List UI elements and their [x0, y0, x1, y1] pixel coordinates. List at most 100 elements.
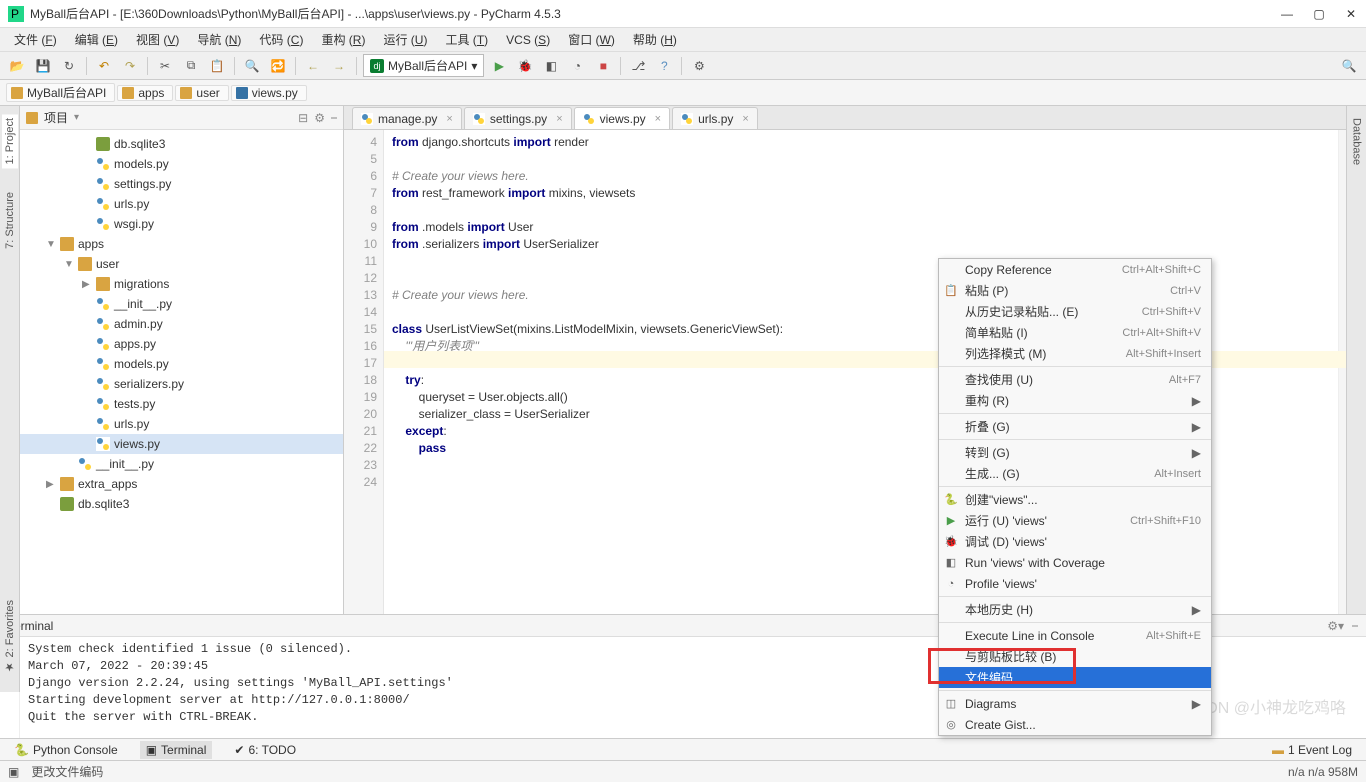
tool-tab[interactable]: 7: Structure: [2, 188, 18, 253]
context-menu-item[interactable]: 📋粘贴 (P)Ctrl+V: [939, 280, 1211, 301]
editor-tab[interactable]: manage.py×: [352, 107, 462, 129]
back-icon[interactable]: ←: [302, 55, 324, 77]
project-tree[interactable]: db.sqlite3models.pysettings.pyurls.pywsg…: [20, 130, 343, 614]
search-everywhere-icon[interactable]: 🔍: [1338, 55, 1360, 77]
tree-node[interactable]: ▼user: [20, 254, 343, 274]
run-icon[interactable]: ▶: [488, 55, 510, 77]
tree-node[interactable]: wsgi.py: [20, 214, 343, 234]
copy-icon[interactable]: ⧉: [180, 55, 202, 77]
vcs-icon[interactable]: ⎇: [627, 55, 649, 77]
context-menu-item[interactable]: ◫Diagrams▶: [939, 693, 1211, 714]
settings-icon[interactable]: ⚙: [688, 55, 710, 77]
maximize-button[interactable]: ▢: [1312, 7, 1326, 21]
tool-tab[interactable]: Database: [1349, 114, 1365, 169]
close-button[interactable]: ✕: [1344, 7, 1358, 21]
tool-tab[interactable]: 1: Project: [2, 114, 18, 168]
context-menu[interactable]: Copy ReferenceCtrl+Alt+Shift+C📋粘贴 (P)Ctr…: [938, 258, 1212, 736]
editor-tab[interactable]: settings.py×: [464, 107, 572, 129]
tree-node[interactable]: ▶extra_apps: [20, 474, 343, 494]
save-icon[interactable]: 💾: [32, 55, 54, 77]
profile-icon[interactable]: ◔: [566, 55, 588, 77]
context-menu-item[interactable]: ◔Profile 'views': [939, 573, 1211, 594]
tree-node[interactable]: __init__.py: [20, 294, 343, 314]
bottom-tab[interactable]: ▣Terminal: [140, 741, 213, 759]
debug-icon[interactable]: 🐞: [514, 55, 536, 77]
context-menu-item[interactable]: Execute Line in ConsoleAlt+Shift+E: [939, 625, 1211, 646]
tree-node[interactable]: __init__.py: [20, 454, 343, 474]
gear-icon[interactable]: ⚙: [314, 111, 325, 125]
context-menu-item[interactable]: 查找使用 (U)Alt+F7: [939, 369, 1211, 390]
tree-node[interactable]: apps.py: [20, 334, 343, 354]
breadcrumb-item[interactable]: MyBall后台API: [6, 83, 115, 102]
context-menu-item[interactable]: 本地历史 (H)▶: [939, 599, 1211, 620]
context-menu-item[interactable]: ▶运行 (U) 'views'Ctrl+Shift+F10: [939, 510, 1211, 531]
context-menu-item[interactable]: 重构 (R)▶: [939, 390, 1211, 411]
hide-icon[interactable]: ⎯: [1352, 618, 1358, 633]
context-menu-item[interactable]: Copy ReferenceCtrl+Alt+Shift+C: [939, 259, 1211, 280]
bottom-tab[interactable]: ✔6: TODO: [228, 741, 302, 759]
menu-item[interactable]: 编辑 (E): [67, 29, 126, 50]
close-icon[interactable]: ×: [742, 113, 748, 125]
context-menu-item[interactable]: 生成... (G)Alt+Insert: [939, 463, 1211, 484]
menu-item[interactable]: 运行 (U): [375, 29, 435, 50]
tree-node[interactable]: serializers.py: [20, 374, 343, 394]
close-icon[interactable]: ×: [655, 113, 661, 125]
redo-icon[interactable]: ↷: [119, 55, 141, 77]
menu-item[interactable]: 窗口 (W): [560, 29, 623, 50]
cut-icon[interactable]: ✂: [154, 55, 176, 77]
context-menu-item[interactable]: 简单粘贴 (I)Ctrl+Alt+Shift+V: [939, 322, 1211, 343]
context-menu-item[interactable]: 转到 (G)▶: [939, 442, 1211, 463]
undo-icon[interactable]: ↶: [93, 55, 115, 77]
tree-node[interactable]: models.py: [20, 154, 343, 174]
menu-item[interactable]: 重构 (R): [313, 29, 373, 50]
breadcrumb-item[interactable]: user: [175, 85, 228, 101]
favorites-tab[interactable]: ★ 2: Favorites: [3, 600, 16, 674]
menu-item[interactable]: 视图 (V): [128, 29, 187, 50]
context-menu-item[interactable]: 从历史记录粘贴... (E)Ctrl+Shift+V: [939, 301, 1211, 322]
context-menu-item[interactable]: ◎Create Gist...: [939, 714, 1211, 735]
breadcrumb-item[interactable]: views.py: [231, 85, 307, 101]
menu-item[interactable]: 文件 (F): [6, 29, 65, 50]
minimize-button[interactable]: —: [1280, 7, 1294, 21]
tree-node[interactable]: db.sqlite3: [20, 134, 343, 154]
editor-tab[interactable]: views.py×: [574, 107, 670, 129]
gear-icon[interactable]: ⚙▾: [1327, 619, 1344, 633]
tree-node[interactable]: ▶migrations: [20, 274, 343, 294]
context-menu-item[interactable]: 🐍创建"views"...: [939, 489, 1211, 510]
close-icon[interactable]: ×: [556, 113, 562, 125]
tree-node[interactable]: models.py: [20, 354, 343, 374]
open-icon[interactable]: 📂: [6, 55, 28, 77]
find-icon[interactable]: 🔍: [241, 55, 263, 77]
context-menu-item[interactable]: 文件编码: [939, 667, 1211, 688]
context-menu-item[interactable]: 列选择模式 (M)Alt+Shift+Insert: [939, 343, 1211, 364]
tree-node[interactable]: urls.py: [20, 414, 343, 434]
coverage-icon[interactable]: ◧: [540, 55, 562, 77]
hide-icon[interactable]: ⎯: [331, 110, 337, 125]
menu-item[interactable]: 代码 (C): [251, 29, 311, 50]
paste-icon[interactable]: 📋: [206, 55, 228, 77]
tree-node[interactable]: db.sqlite3: [20, 494, 343, 514]
context-menu-item[interactable]: 与剪贴板比较 (B): [939, 646, 1211, 667]
menu-item[interactable]: VCS (S): [498, 31, 558, 49]
context-menu-item[interactable]: 折叠 (G)▶: [939, 416, 1211, 437]
breadcrumb-item[interactable]: apps: [117, 85, 173, 101]
replace-icon[interactable]: 🔁: [267, 55, 289, 77]
stop-icon[interactable]: ■: [592, 55, 614, 77]
bottom-tab[interactable]: 🐍Python Console: [8, 741, 124, 759]
forward-icon[interactable]: →: [328, 55, 350, 77]
context-menu-item[interactable]: ◧Run 'views' with Coverage: [939, 552, 1211, 573]
minimap[interactable]: [1338, 130, 1346, 614]
collapse-icon[interactable]: ⊟: [298, 111, 308, 125]
tree-node[interactable]: urls.py: [20, 194, 343, 214]
tree-node[interactable]: settings.py: [20, 174, 343, 194]
tree-node[interactable]: admin.py: [20, 314, 343, 334]
menu-item[interactable]: 导航 (N): [189, 29, 249, 50]
help-icon[interactable]: ?: [653, 55, 675, 77]
tree-node[interactable]: tests.py: [20, 394, 343, 414]
editor-tab[interactable]: urls.py×: [672, 107, 758, 129]
run-config-selector[interactable]: dj MyBall后台API ▾: [363, 54, 484, 77]
close-icon[interactable]: ×: [446, 113, 452, 125]
tree-node[interactable]: views.py: [20, 434, 343, 454]
menu-item[interactable]: 帮助 (H): [625, 29, 685, 50]
event-log-tab[interactable]: ▬1 Event Log: [1266, 741, 1358, 759]
